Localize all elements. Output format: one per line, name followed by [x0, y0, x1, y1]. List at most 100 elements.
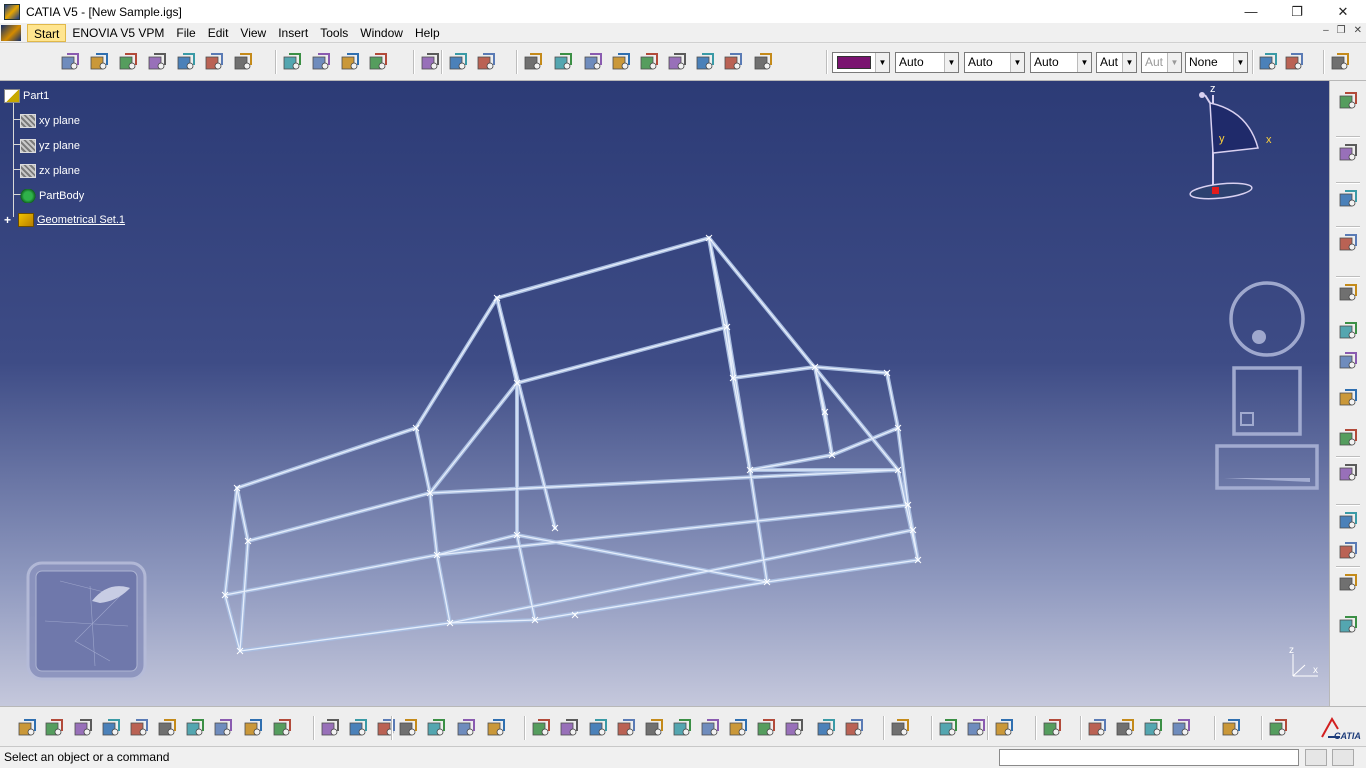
plane-icon[interactable] — [366, 50, 390, 74]
copy-icon[interactable] — [155, 716, 179, 740]
texture-icon[interactable] — [1113, 716, 1137, 740]
hole-icon[interactable] — [145, 50, 169, 74]
tree-node-xy-plane[interactable]: xy plane — [20, 112, 80, 130]
pad-icon[interactable] — [87, 50, 111, 74]
pointer-icon[interactable] — [374, 716, 398, 740]
frame-tube[interactable] — [749, 469, 768, 583]
transparency-combo[interactable]: Auto ▼ — [895, 52, 959, 73]
tree-node-part[interactable]: Part1 — [4, 87, 49, 105]
apply-color-icon[interactable] — [1141, 716, 1165, 740]
lock-icon[interactable] — [454, 716, 478, 740]
tube-frame-wireframe[interactable] — [223, 236, 920, 653]
normal-view-icon[interactable] — [698, 716, 722, 740]
sweep-icon[interactable] — [446, 50, 470, 74]
frame-tube[interactable] — [766, 559, 919, 583]
menu-file[interactable]: File — [170, 24, 201, 42]
line-type-combo[interactable]: Auto ▼ — [1030, 52, 1092, 73]
constraint-icon[interactable] — [1336, 386, 1360, 410]
frame-tube[interactable] — [516, 326, 728, 384]
whats-this-icon[interactable] — [270, 716, 294, 740]
menu-edit[interactable]: Edit — [202, 24, 235, 42]
frame-tube[interactable] — [415, 427, 431, 494]
paste-icon[interactable] — [183, 716, 207, 740]
wizard-icon[interactable] — [1282, 50, 1306, 74]
measure-icon[interactable] — [418, 50, 442, 74]
menu-tools[interactable]: Tools — [314, 24, 354, 42]
pan-icon[interactable] — [586, 716, 610, 740]
expand-plus-icon[interactable]: + — [4, 213, 14, 227]
frame-tube[interactable] — [534, 581, 768, 621]
color-combo[interactable]: ▼ — [832, 52, 890, 73]
camera-icon[interactable] — [992, 716, 1016, 740]
shaft-icon[interactable] — [202, 50, 226, 74]
tree-node-zx-plane[interactable]: zx plane — [20, 162, 80, 180]
snap-icon[interactable] — [1336, 319, 1360, 343]
point-symbol-combo[interactable]: Aut ▼ — [1096, 52, 1137, 73]
layer-combo[interactable]: None ▼ — [1185, 52, 1248, 73]
frame-tube[interactable] — [897, 469, 919, 561]
frame-tube[interactable] — [239, 622, 451, 652]
navigation-widgets[interactable] — [1215, 281, 1319, 490]
heal-icon[interactable] — [609, 50, 633, 74]
menu-start[interactable]: Start — [27, 23, 67, 42]
zoom-navigator-icon[interactable] — [1215, 444, 1319, 490]
frame-tube[interactable] — [429, 492, 438, 556]
command-input[interactable] — [999, 749, 1299, 766]
shading-icon[interactable] — [782, 716, 806, 740]
catalog-icon[interactable] — [751, 50, 775, 74]
frame-tube[interactable] — [415, 297, 498, 429]
restore-button[interactable]: ❐ — [1274, 0, 1320, 23]
frame-tube[interactable] — [224, 487, 238, 596]
frame-tube[interactable] — [436, 554, 451, 624]
fill-icon[interactable] — [474, 50, 498, 74]
open-icon[interactable] — [42, 716, 66, 740]
render-icon[interactable] — [888, 716, 912, 740]
frame-tube[interactable] — [708, 237, 734, 379]
catia-menu-logo-icon[interactable] — [1, 24, 21, 41]
groove-icon[interactable] — [231, 50, 255, 74]
measure-icon[interactable] — [1336, 281, 1360, 305]
iso-view-icon[interactable] — [754, 716, 778, 740]
extract-icon[interactable] — [637, 50, 661, 74]
frame-tube[interactable] — [814, 366, 888, 374]
tree-node-yz-plane[interactable]: yz plane — [20, 137, 80, 155]
frame-tube[interactable] — [732, 366, 816, 379]
frame-tube[interactable] — [886, 372, 899, 429]
compass[interactable]: z y x — [1189, 83, 1272, 201]
rotate-icon[interactable] — [614, 716, 638, 740]
surface-icon[interactable] — [1336, 231, 1360, 255]
rib-icon[interactable] — [174, 50, 198, 74]
frame-tube[interactable] — [436, 504, 909, 556]
frame-tube[interactable] — [429, 382, 518, 494]
cut-icon[interactable] — [1336, 613, 1360, 637]
catia-logo[interactable] — [1040, 716, 1064, 740]
doc-close-button[interactable]: ✕ — [1354, 25, 1362, 36]
point-icon[interactable] — [309, 50, 333, 74]
knowledge-icon[interactable] — [1336, 509, 1360, 533]
new-icon[interactable] — [15, 716, 39, 740]
frame-tube[interactable] — [224, 554, 438, 596]
text-icon[interactable] — [1336, 539, 1360, 563]
measure-icon[interactable] — [484, 716, 508, 740]
painter-icon[interactable] — [1256, 50, 1280, 74]
doc-restore-button[interactable]: ❐ — [1337, 25, 1346, 36]
frame-tube[interactable] — [496, 297, 556, 529]
trim-icon[interactable] — [693, 50, 717, 74]
chevron-down-icon[interactable]: ▼ — [875, 53, 889, 72]
tree-node-partbody[interactable]: PartBody — [20, 187, 84, 205]
frame-tube[interactable] — [496, 237, 710, 299]
split-icon[interactable] — [665, 50, 689, 74]
apply-material-icon[interactable] — [964, 716, 988, 740]
frame-tube[interactable] — [732, 377, 751, 471]
fly-icon[interactable] — [529, 716, 553, 740]
catalog-icon[interactable] — [1328, 50, 1352, 74]
frame-tube[interactable] — [247, 492, 431, 542]
wireframe-canvas[interactable]: z y x z x — [0, 81, 1329, 706]
undo-icon[interactable] — [211, 716, 235, 740]
extrude-icon[interactable] — [280, 50, 304, 74]
comment-icon[interactable] — [346, 716, 370, 740]
line-icon[interactable] — [338, 50, 362, 74]
frame-tube[interactable] — [708, 237, 899, 471]
zoom-in-icon[interactable] — [642, 716, 666, 740]
publish-icon[interactable] — [1336, 461, 1360, 485]
